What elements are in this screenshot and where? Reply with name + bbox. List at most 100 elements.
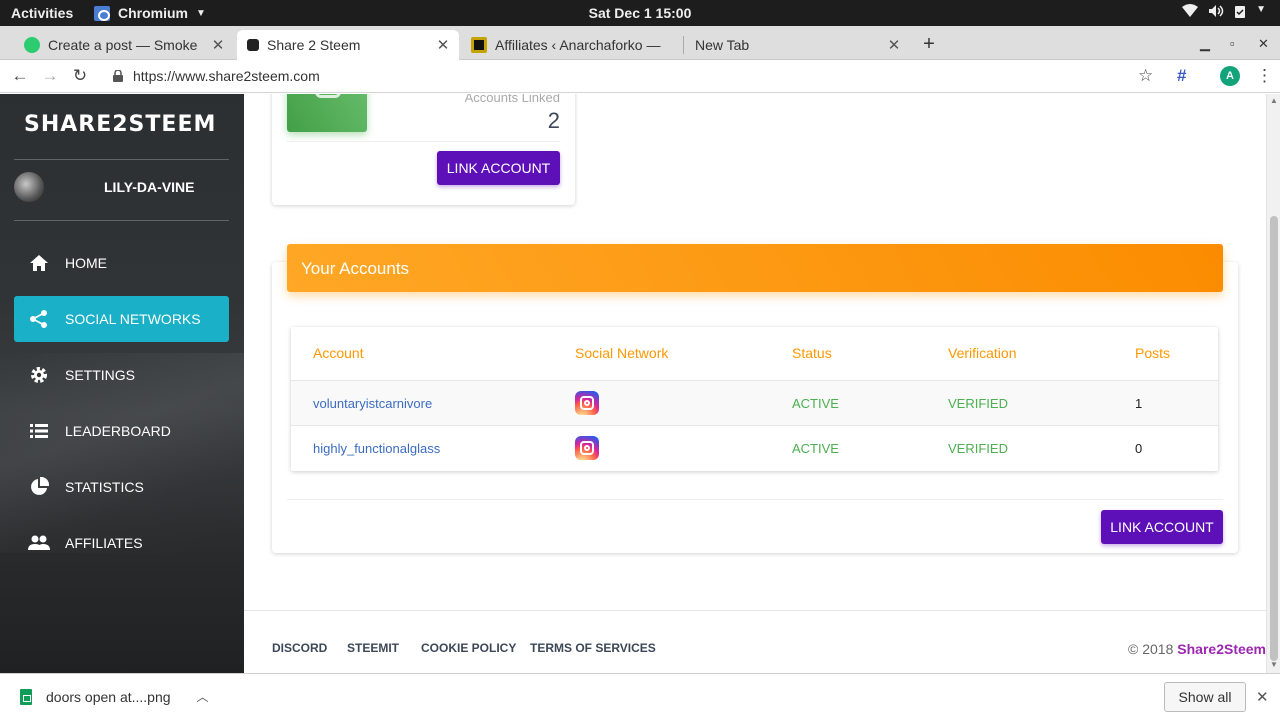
scrollbar-thumb[interactable] xyxy=(1270,216,1278,661)
sidebar-item-affiliates[interactable]: AFFILIATES xyxy=(14,520,229,566)
tab-new-tab[interactable]: New Tab ✕ xyxy=(685,30,910,60)
tab-create-post[interactable]: Create a post — Smoke ✕ xyxy=(14,30,234,60)
app-menu[interactable]: Chromium ▼ xyxy=(94,5,206,21)
link-account-button[interactable]: LINK ACCOUNT xyxy=(437,151,560,185)
maximize-icon[interactable]: ▫ xyxy=(1230,36,1235,51)
column-header: Social Network xyxy=(575,345,669,361)
page-scrollbar[interactable]: ▲ ▼ xyxy=(1266,94,1280,673)
close-icon[interactable]: ✕ xyxy=(884,36,904,54)
download-shelf: doors open at....png ︿ Show all ✕ xyxy=(0,673,1280,720)
scroll-down-icon[interactable]: ▼ xyxy=(1270,660,1278,669)
menu-kebab-icon[interactable]: ⋮ xyxy=(1256,66,1273,86)
copyright: © 2018 Share2Steem xyxy=(1128,641,1266,657)
anarchaforko-favicon-icon xyxy=(471,37,487,53)
divider xyxy=(14,220,229,221)
address-bar[interactable]: https://www.share2steem.com xyxy=(133,68,320,84)
divider xyxy=(287,499,1223,500)
list-icon xyxy=(28,420,50,442)
your-accounts-card: Your Accounts Account Social Network Sta… xyxy=(272,244,1238,553)
bookmark-star-icon[interactable]: ☆ xyxy=(1138,66,1153,86)
image-file-icon xyxy=(20,688,32,705)
lock-icon[interactable] xyxy=(113,69,123,82)
app-name: Chromium xyxy=(118,5,188,21)
footer-link-cookie-policy[interactable]: COOKIE POLICY xyxy=(421,641,516,655)
sidebar-item-leaderboard[interactable]: LEADERBOARD xyxy=(14,408,229,454)
minimize-icon[interactable]: ▁ xyxy=(1200,36,1210,52)
clipboard-icon xyxy=(1234,4,1246,21)
column-header: Status xyxy=(792,345,832,361)
copyright-text: © 2018 xyxy=(1128,641,1178,657)
user-profile[interactable]: LILY-DA-VINE xyxy=(14,172,195,202)
close-window-icon[interactable]: ✕ xyxy=(1258,36,1269,52)
show-all-button[interactable]: Show all xyxy=(1164,682,1246,712)
stat-value: 2 xyxy=(547,108,560,133)
sidebar-item-settings[interactable]: SETTINGS xyxy=(14,352,229,398)
extension-icon[interactable]: # xyxy=(1177,66,1186,86)
wifi-icon xyxy=(1182,4,1199,21)
link-icon xyxy=(287,94,367,132)
power-menu-icon: ▼ xyxy=(1256,4,1266,15)
chevron-down-icon: ▼ xyxy=(196,7,206,19)
posts-count: 0 xyxy=(1135,441,1143,456)
username[interactable]: LILY-DA-VINE xyxy=(104,179,195,195)
column-header: Verification xyxy=(948,345,1017,361)
close-icon[interactable]: ✕ xyxy=(208,36,228,54)
link-account-button[interactable]: LINK ACCOUNT xyxy=(1101,510,1223,544)
volume-icon xyxy=(1208,4,1224,21)
system-tray[interactable]: ▼ xyxy=(1182,4,1266,21)
pie-chart-icon xyxy=(28,476,50,498)
sidebar-item-statistics[interactable]: STATISTICS xyxy=(14,464,229,510)
share2steem-favicon-icon xyxy=(247,39,259,51)
sidebar-item-label: SETTINGS xyxy=(65,367,136,383)
reload-icon[interactable]: ↻ xyxy=(69,66,91,86)
back-icon[interactable]: ← xyxy=(9,66,31,86)
status-badge: ACTIVE xyxy=(792,396,839,411)
status-badge: ACTIVE xyxy=(792,441,839,456)
accounts-table: Account Social Network Status Verificati… xyxy=(291,327,1218,471)
site-logo[interactable]: SHARE2STEEM xyxy=(24,112,216,137)
forward-icon[interactable]: → xyxy=(39,66,61,86)
new-tab-button[interactable]: + xyxy=(918,30,940,58)
footer-link-terms[interactable]: TERMS OF SERVICES xyxy=(530,641,656,655)
footer-link-steemit[interactable]: STEEMIT xyxy=(347,641,399,655)
verification-badge: VERIFIED xyxy=(948,396,1008,411)
scroll-up-icon[interactable]: ▲ xyxy=(1270,96,1278,105)
gear-icon xyxy=(28,364,50,386)
instagram-icon xyxy=(575,391,599,415)
sidebar-item-social-networks[interactable]: SOCIAL NETWORKS xyxy=(14,296,229,342)
account-link[interactable]: voluntaryistcarnivore xyxy=(313,396,432,411)
home-icon xyxy=(28,252,50,274)
table-row: voluntaryistcarnivore ACTIVE VERIFIED 1 xyxy=(291,380,1218,425)
avatar[interactable] xyxy=(14,172,44,202)
tab-strip: Create a post — Smoke ✕ Share 2 Steem ✕ … xyxy=(0,26,1280,60)
divider xyxy=(14,159,229,160)
instagram-icon xyxy=(575,436,599,460)
tab-share2steem[interactable]: Share 2 Steem ✕ xyxy=(237,30,459,60)
brand-link[interactable]: Share2Steem xyxy=(1177,641,1266,657)
footer-link-discord[interactable]: DISCORD xyxy=(272,641,327,655)
accounts-linked-card: Accounts Linked 2 LINK ACCOUNT xyxy=(272,94,575,205)
tab-affiliates[interactable]: Affiliates ‹ Anarchaforko — xyxy=(461,30,681,60)
stat-category: Accounts Linked xyxy=(464,94,560,105)
people-icon xyxy=(28,532,50,554)
account-link[interactable]: highly_functionalglass xyxy=(313,441,440,456)
os-top-bar: Activities Chromium ▼ Sat Dec 1 15:00 ▼ xyxy=(0,0,1280,26)
sidebar-item-label: HOME xyxy=(65,255,107,271)
sidebar-item-label: STATISTICS xyxy=(65,479,144,495)
download-item[interactable]: doors open at....png ︿ xyxy=(20,688,209,705)
card-header: Your Accounts xyxy=(287,244,1223,292)
close-icon[interactable]: ✕ xyxy=(1256,688,1269,706)
column-header: Account xyxy=(313,345,364,361)
sidebar-item-label: SOCIAL NETWORKS xyxy=(65,311,201,327)
profile-avatar[interactable]: A xyxy=(1220,66,1240,86)
sidebar-item-home[interactable]: HOME xyxy=(14,240,229,286)
activities-button[interactable]: Activities xyxy=(11,5,73,21)
verification-badge: VERIFIED xyxy=(948,441,1008,456)
chromium-icon xyxy=(94,5,110,21)
chevron-up-icon[interactable]: ︿ xyxy=(197,688,209,705)
posts-count: 1 xyxy=(1135,396,1143,411)
close-icon[interactable]: ✕ xyxy=(433,36,453,54)
download-filename: doors open at....png xyxy=(46,688,171,705)
sidebar: SHARE2STEEM LILY-DA-VINE HOME SOCIAL NET… xyxy=(0,94,244,673)
column-header: Posts xyxy=(1135,345,1171,361)
